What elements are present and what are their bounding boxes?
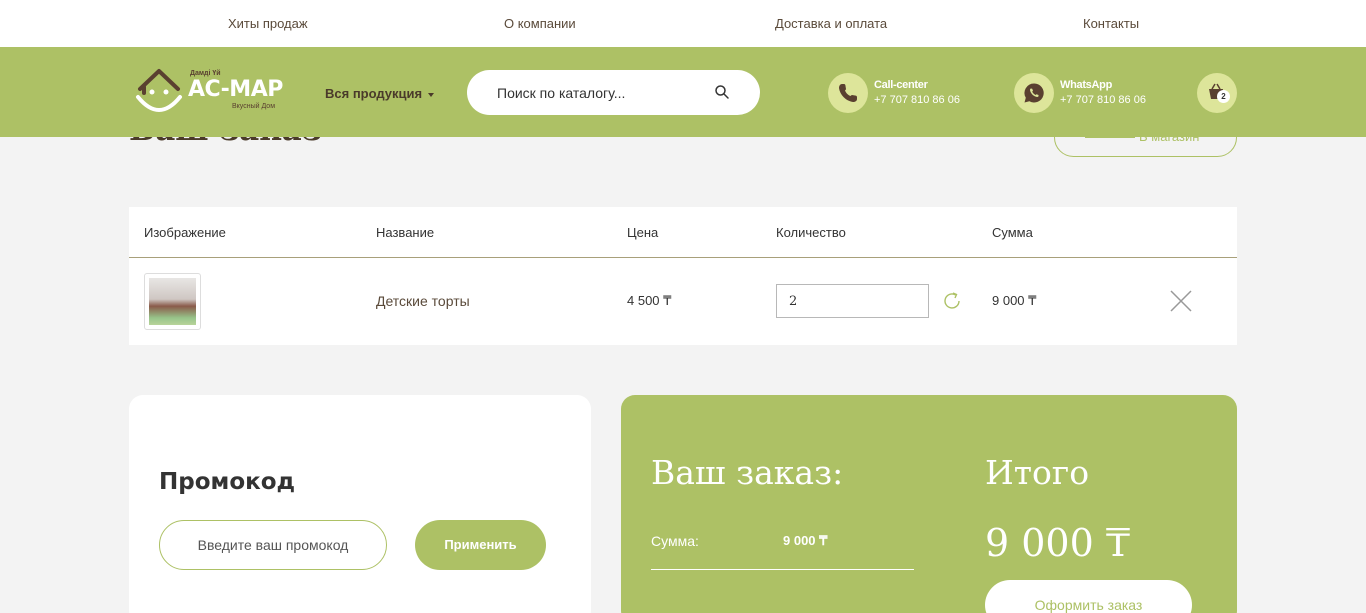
house-smile-icon: [136, 69, 182, 112]
close-icon[interactable]: [1170, 290, 1192, 312]
phone-icon: [828, 73, 868, 113]
product-sum: 9 000 ₸: [992, 293, 1037, 308]
apply-promo-button[interactable]: Применить: [415, 520, 546, 570]
promo-code-panel: Промокод Применить: [129, 395, 591, 613]
column-header-name: Название: [376, 225, 435, 240]
logo-main-text: AC-MAP: [188, 77, 283, 102]
contact-title: WhatsApp: [1060, 79, 1112, 91]
total-title: Итого: [985, 453, 1090, 492]
nav-link-contacts[interactable]: Контакты: [1083, 16, 1139, 31]
product-thumbnail[interactable]: [144, 273, 201, 330]
search-icon[interactable]: [714, 84, 730, 100]
site-header: Дамді Үй AC-MAP Вкусный Дом Вся продукци…: [0, 47, 1366, 137]
promo-title: Промокод: [159, 469, 296, 495]
column-header-price: Цена: [627, 225, 659, 240]
nav-link-delivery[interactable]: Доставка и оплата: [775, 16, 887, 31]
quantity-input[interactable]: [776, 284, 929, 318]
cart-button[interactable]: 2: [1197, 73, 1237, 113]
contact-phone: +7 707 810 86 06: [874, 94, 960, 106]
summary-sum-label: Сумма:: [651, 533, 699, 549]
refresh-icon[interactable]: [941, 290, 963, 312]
summary-sum-value: 9 000 ₸: [783, 533, 828, 548]
nav-link-about[interactable]: О компании: [504, 16, 576, 31]
catalog-label: Вся продукция: [325, 86, 423, 101]
catalog-dropdown[interactable]: Вся продукция: [325, 86, 435, 101]
cart-count-badge: 2: [1217, 90, 1230, 103]
column-header-image: Изображение: [144, 225, 226, 240]
logo-top-text: Дамді Үй: [190, 70, 221, 77]
total-value: 9 000 ₸: [985, 521, 1131, 565]
search-input[interactable]: [497, 70, 717, 115]
search-box: [467, 70, 760, 115]
top-navigation: Хиты продаж О компании Доставка и оплата…: [0, 0, 1366, 47]
contact-phone: +7 707 810 86 06: [1060, 94, 1146, 106]
column-header-sum: Сумма: [992, 225, 1033, 240]
nav-link-bestsellers[interactable]: Хиты продаж: [228, 16, 308, 31]
summary-title: Ваш заказ:: [651, 453, 844, 492]
logo-sub-text: Вкусный Дом: [232, 103, 276, 110]
column-header-quantity: Количество: [776, 225, 846, 240]
chevron-down-icon: [428, 92, 435, 97]
whatsapp-icon: [1014, 73, 1054, 113]
promo-code-input[interactable]: [159, 520, 387, 570]
contact-title: Call-center: [874, 79, 928, 91]
logo[interactable]: Дамді Үй AC-MAP Вкусный Дом: [134, 65, 284, 119]
order-summary-panel: Ваш заказ: Сумма: 9 000 ₸ Итого 9 000 ₸ …: [621, 395, 1237, 613]
checkout-button[interactable]: Оформить заказ: [985, 580, 1192, 613]
product-image: [149, 278, 196, 325]
cart-table: Изображение Название Цена Количество Сум…: [129, 207, 1237, 345]
table-divider: [129, 257, 1237, 258]
summary-divider: [651, 569, 914, 570]
product-name[interactable]: Детские торты: [376, 293, 470, 309]
arrow-left-icon: [1085, 137, 1135, 138]
product-price: 4 500 ₸: [627, 293, 672, 308]
